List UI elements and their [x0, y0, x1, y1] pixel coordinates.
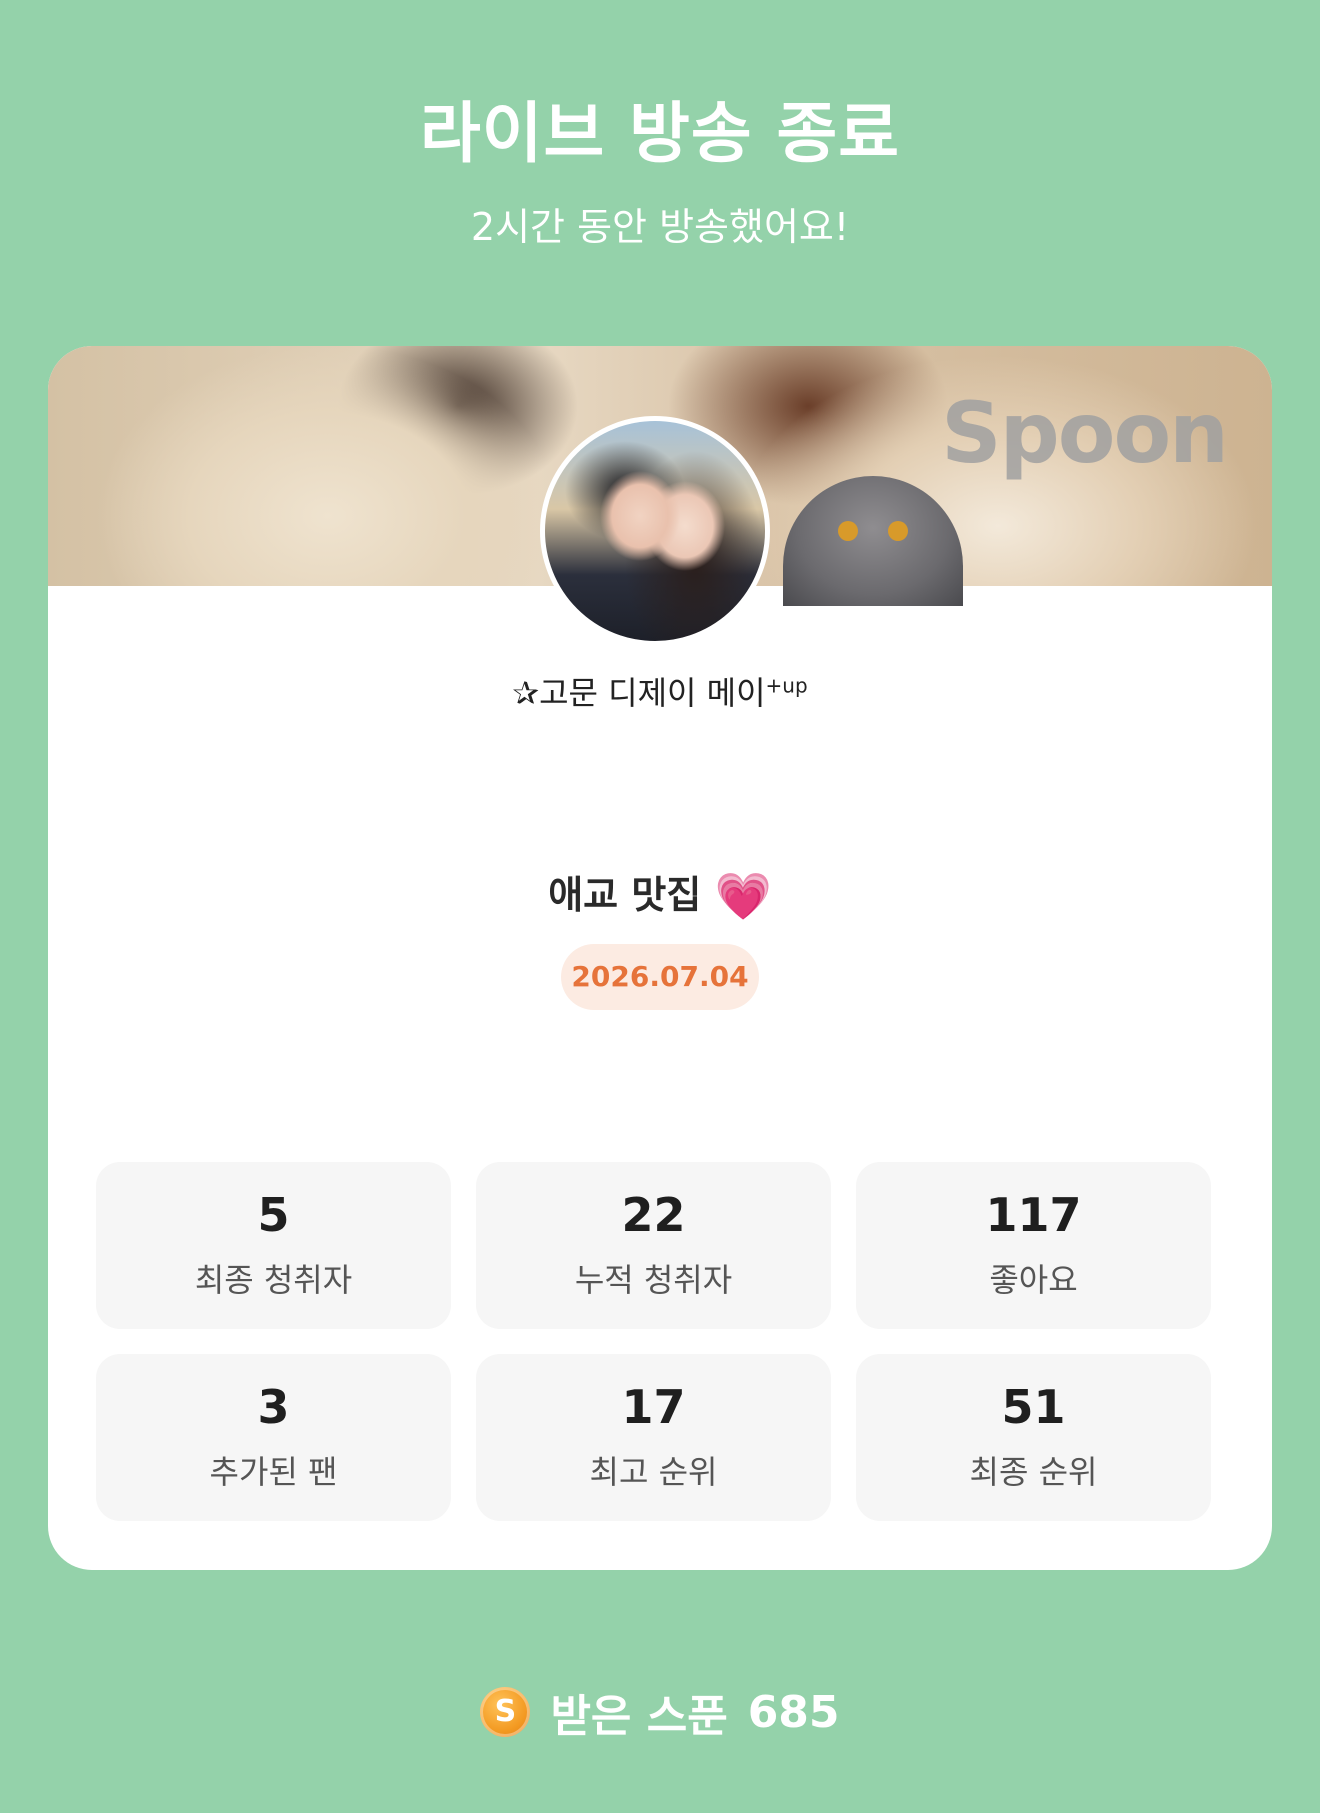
heart-icon: 💗: [714, 869, 772, 923]
broadcast-summary-card: Spoon ✰고문 디제이 메이+up 애교 맛집 💗 2026.07.04 5…: [48, 346, 1272, 1570]
show-title: 애교 맛집 💗: [48, 864, 1272, 924]
cover-cat-image: [783, 476, 963, 606]
show-title-text: 애교 맛집: [548, 873, 702, 917]
dj-name[interactable]: ✰고문 디제이 메이+up: [48, 668, 1272, 714]
stats-grid: 5 최종 청취자 22 누적 청취자 117 좋아요 3 추가된 팬 17 최고…: [96, 1162, 1212, 1521]
stat-label: 누적 청취자: [574, 1260, 733, 1299]
broadcast-duration: 2시간 동안 방송했어요!: [470, 205, 850, 249]
spoon-coin-icon: S: [480, 1687, 531, 1737]
stat-final-listeners: 5 최종 청취자: [96, 1162, 451, 1329]
stat-label: 최종 순위: [969, 1452, 1098, 1491]
stat-value: 17: [621, 1380, 686, 1434]
stat-label: 최고 순위: [589, 1452, 718, 1491]
stat-value: 117: [985, 1188, 1082, 1242]
stat-label: 좋아요: [989, 1260, 1078, 1299]
received-spoons-label: 받은 스푼: [550, 1691, 728, 1742]
stat-likes: 117 좋아요: [856, 1162, 1211, 1329]
stat-label: 최종 청취자: [194, 1260, 353, 1299]
stat-final-rank: 51 최종 순위: [856, 1354, 1211, 1521]
page-title: 라이브 방송 종료: [420, 95, 900, 172]
spoon-logo: Spoon: [941, 384, 1229, 482]
stat-total-listeners: 22 누적 청취자: [476, 1162, 831, 1329]
stat-value: 3: [257, 1380, 290, 1434]
dj-name-suffix: +up: [765, 673, 808, 698]
stat-value: 51: [1001, 1380, 1066, 1434]
received-spoons: S 받은 스푼 685: [0, 1680, 1320, 1744]
stat-label: 추가된 팬: [209, 1452, 338, 1491]
stat-value: 5: [257, 1188, 290, 1242]
stat-value: 22: [621, 1188, 686, 1242]
date-badge: 2026.07.04: [561, 944, 759, 1010]
received-spoons-count: 685: [747, 1686, 840, 1738]
avatar[interactable]: [540, 416, 770, 646]
stat-highest-rank: 17 최고 순위: [476, 1354, 831, 1521]
stat-new-fans: 3 추가된 팬: [96, 1354, 451, 1521]
dj-name-text: ✰고문 디제이 메이: [512, 674, 766, 712]
